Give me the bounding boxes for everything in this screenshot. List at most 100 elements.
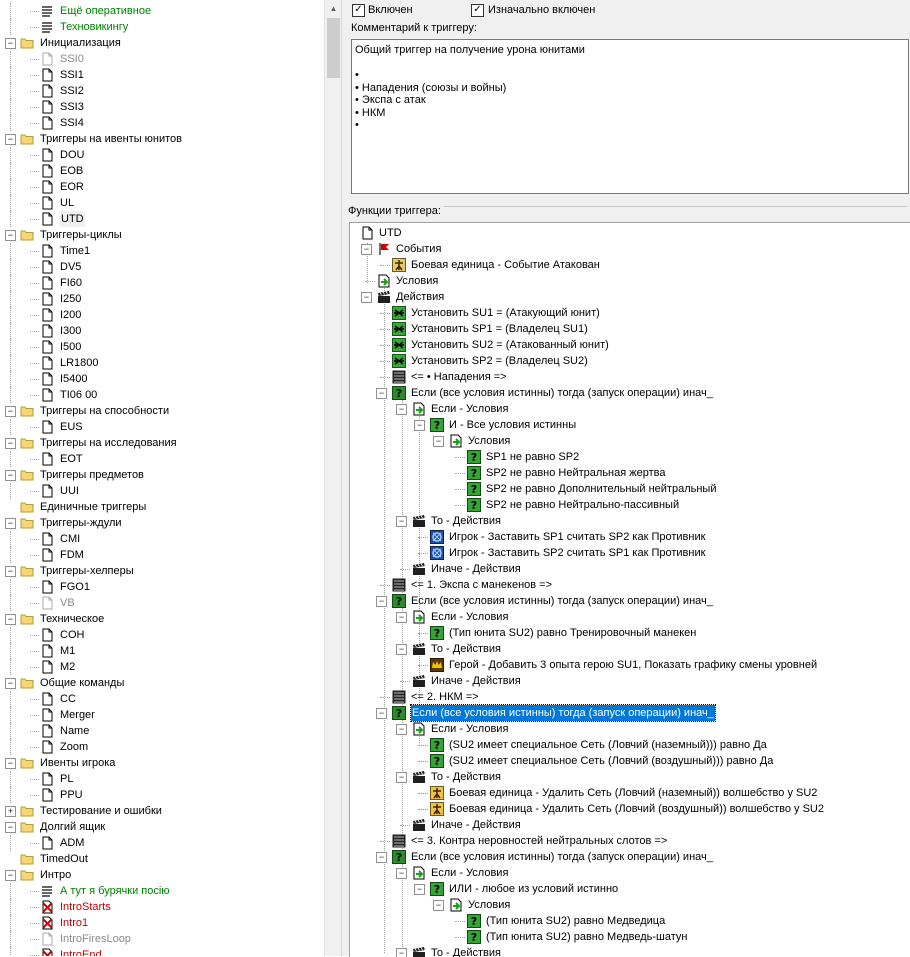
scroll-thumb[interactable]: [327, 18, 340, 78]
collapse-toggle[interactable]: −: [5, 566, 16, 577]
collapse-toggle[interactable]: −: [433, 900, 444, 911]
tree-item[interactable]: Техновикингу: [0, 19, 324, 35]
tree-item[interactable]: CC: [0, 691, 324, 707]
collapse-toggle[interactable]: −: [414, 420, 425, 431]
function-tree-item[interactable]: ? SP2 не равно Дополнительный нейтральный: [350, 481, 910, 497]
function-tree-item[interactable]: ? (SU2 имеет специальное Сеть (Ловчий (во…: [350, 753, 910, 769]
collapse-toggle[interactable]: −: [5, 614, 16, 625]
tree-item[interactable]: COH: [0, 627, 324, 643]
function-tree-item[interactable]: − Если - Условия: [350, 401, 910, 417]
collapse-toggle[interactable]: −: [361, 244, 372, 255]
trigger-list-tree[interactable]: Ещё оперативное Техновикингу − Инициализаци…: [0, 0, 324, 956]
function-tree-item[interactable]: Условия: [350, 273, 910, 289]
collapse-toggle[interactable]: −: [376, 596, 387, 607]
tree-item[interactable]: SSI4: [0, 115, 324, 131]
tree-item[interactable]: PL: [0, 771, 324, 787]
tree-item[interactable]: Intro1: [0, 915, 324, 931]
trigger-functions-tree[interactable]: UTD − События Боевая единица - Событие Атак…: [349, 222, 910, 957]
tree-item[interactable]: Zoom: [0, 739, 324, 755]
tree-item[interactable]: SSI3: [0, 99, 324, 115]
tree-item[interactable]: TimedOut: [0, 851, 324, 867]
function-tree-item[interactable]: ? (Тип юнита SU2) равно Тренировочный ман…: [350, 625, 910, 641]
tree-item[interactable]: FI60: [0, 275, 324, 291]
function-tree-item[interactable]: Иначе - Действия: [350, 817, 910, 833]
tree-item[interactable]: LR1800: [0, 355, 324, 371]
function-tree-item[interactable]: −? Если (все условия истинны) тогда (запу…: [350, 704, 910, 722]
tree-item[interactable]: UL: [0, 195, 324, 211]
tree-item[interactable]: SSI2: [0, 83, 324, 99]
function-tree-item[interactable]: − Действия: [350, 289, 910, 305]
tree-item[interactable]: − Интро: [0, 867, 324, 883]
tree-item[interactable]: − Триггеры-ждули: [0, 515, 324, 531]
tree-item[interactable]: − Долгий ящик: [0, 819, 324, 835]
tree-item[interactable]: CMI: [0, 531, 324, 547]
function-tree-item[interactable]: −? Если (все условия истинны) тогда (запу…: [350, 849, 910, 865]
function-tree-item[interactable]: ? SP1 не равно SP2: [350, 449, 910, 465]
tree-item[interactable]: − Триггеры-циклы: [0, 227, 324, 243]
tree-item[interactable]: DOU: [0, 147, 324, 163]
tree-item[interactable]: Time1: [0, 243, 324, 259]
tree-item[interactable]: I5400: [0, 371, 324, 387]
tree-item[interactable]: PPU: [0, 787, 324, 803]
collapse-toggle[interactable]: −: [396, 644, 407, 655]
tree-item[interactable]: − Триггеры на исследования: [0, 435, 324, 451]
function-tree-item[interactable]: −? Если (все условия истинны) тогда (запу…: [350, 593, 910, 609]
function-tree-item[interactable]: − События: [350, 241, 910, 257]
tree-item[interactable]: − Ивенты игрока: [0, 755, 324, 771]
collapse-toggle[interactable]: −: [396, 724, 407, 735]
tree-item[interactable]: EOT: [0, 451, 324, 467]
collapse-toggle[interactable]: −: [414, 884, 425, 895]
function-tree-item[interactable]: − Условия: [350, 897, 910, 913]
tree-item[interactable]: Единичные триггеры: [0, 499, 324, 515]
function-tree-item[interactable]: ? SP2 не равно Нейтрально-пассивный: [350, 497, 910, 513]
function-tree-item[interactable]: − Если - Условия: [350, 609, 910, 625]
function-tree-item[interactable]: <= 2. НКМ =>: [350, 689, 910, 705]
tree-item[interactable]: − Триггеры-хелперы: [0, 563, 324, 579]
tree-item[interactable]: − Триггеры на ивенты юнитов: [0, 131, 324, 147]
function-tree-item[interactable]: Герой - Добавить 3 опыта герою SU1, Пока…: [350, 657, 910, 673]
tree-item[interactable]: Merger: [0, 707, 324, 723]
tree-item[interactable]: IntroFiresLoop: [0, 931, 324, 947]
tree-item[interactable]: M1: [0, 643, 324, 659]
collapse-toggle[interactable]: −: [5, 438, 16, 449]
function-tree-item[interactable]: Иначе - Действия: [350, 561, 910, 577]
tree-item[interactable]: А тут я бурячки посію: [0, 883, 324, 899]
tree-item[interactable]: − Техническое: [0, 611, 324, 627]
function-tree-item[interactable]: Установить SU2 = (Атакованный юнит): [350, 337, 910, 353]
tree-item[interactable]: VB: [0, 595, 324, 611]
collapse-toggle[interactable]: −: [5, 230, 16, 241]
trigger-comment-textarea[interactable]: Общий триггер на получение урона юнитами…: [351, 39, 909, 194]
function-tree-item[interactable]: − Условия: [350, 433, 910, 449]
collapse-toggle[interactable]: −: [396, 404, 407, 415]
collapse-toggle[interactable]: −: [5, 38, 16, 49]
function-tree-item[interactable]: − Если - Условия: [350, 721, 910, 737]
collapse-toggle[interactable]: −: [5, 678, 16, 689]
collapse-toggle[interactable]: −: [396, 516, 407, 527]
collapse-toggle[interactable]: −: [396, 868, 407, 879]
collapse-toggle[interactable]: −: [5, 758, 16, 769]
collapse-toggle[interactable]: −: [433, 436, 444, 447]
collapse-toggle[interactable]: −: [5, 406, 16, 417]
function-tree-item[interactable]: Боевая единица - Удалить Сеть (Ловчий (н…: [350, 785, 910, 801]
function-tree-item[interactable]: Установить SP1 = (Владелец SU1): [350, 321, 910, 337]
tree-item[interactable]: UUI: [0, 483, 324, 499]
collapse-toggle[interactable]: −: [396, 772, 407, 783]
function-tree-item[interactable]: Установить SU1 = (Атакующий юнит): [350, 305, 910, 321]
collapse-toggle[interactable]: −: [376, 388, 387, 399]
tree-item[interactable]: I500: [0, 339, 324, 355]
collapse-toggle[interactable]: −: [5, 822, 16, 833]
tree-item[interactable]: IntroEnd: [0, 947, 324, 956]
function-tree-item[interactable]: Игрок - Заставить SP1 считать SP2 как Пр…: [350, 529, 910, 545]
tree-item[interactable]: + Тестирование и ошибки: [0, 803, 324, 819]
function-tree-item[interactable]: − То - Действия: [350, 769, 910, 785]
collapse-toggle[interactable]: −: [5, 518, 16, 529]
collapse-toggle[interactable]: −: [376, 708, 387, 719]
tree-item[interactable]: − Общие команды: [0, 675, 324, 691]
enabled-checkbox[interactable]: ✓: [352, 4, 365, 17]
tree-item[interactable]: EUS: [0, 419, 324, 435]
function-tree-item[interactable]: Боевая единица - Удалить Сеть (Ловчий (в…: [350, 801, 910, 817]
tree-item[interactable]: DV5: [0, 259, 324, 275]
tree-item[interactable]: I200: [0, 307, 324, 323]
collapse-toggle[interactable]: −: [396, 612, 407, 623]
scroll-up-arrow-icon[interactable]: ▲: [325, 0, 342, 17]
